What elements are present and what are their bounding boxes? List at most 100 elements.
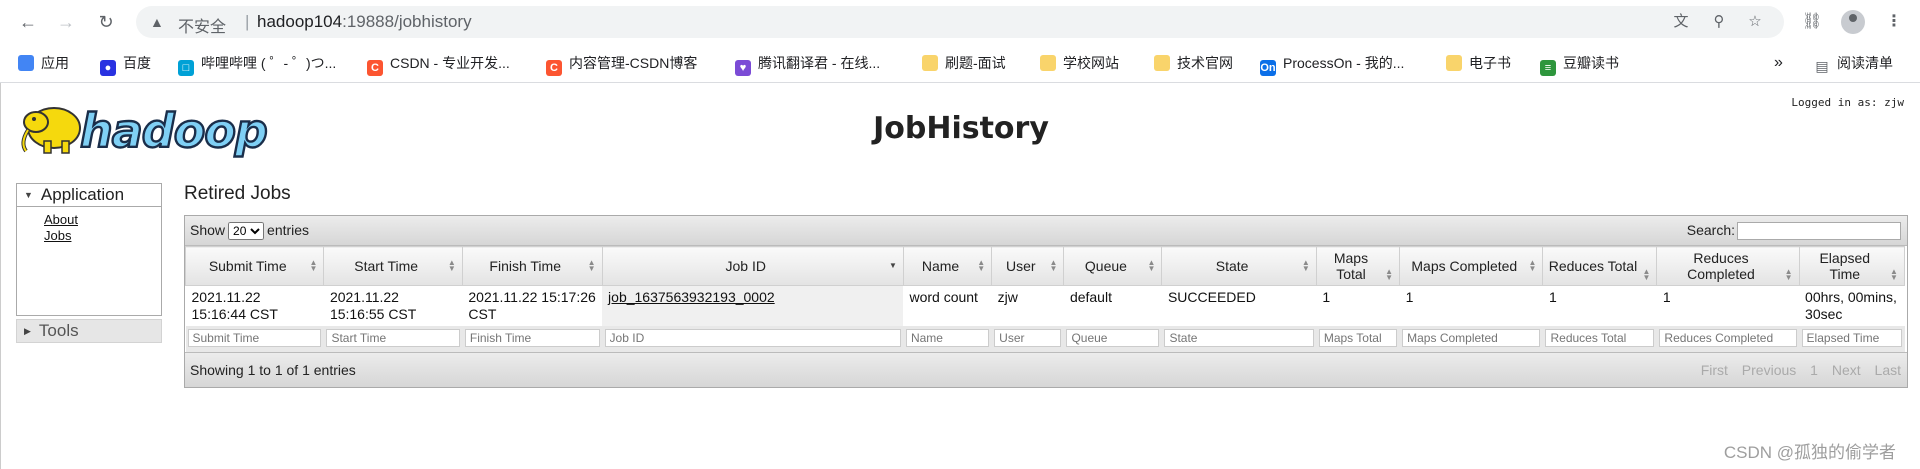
search-label: Search:	[1686, 222, 1735, 238]
bookmark-folder-school[interactable]: 学校网站	[1040, 54, 1119, 72]
sort-icon: ▲ ▼	[1642, 267, 1651, 282]
search-input[interactable]	[1737, 222, 1901, 241]
address-bar[interactable]: ▲ 不安全 | hadoop104:19888/jobhistory 文 ⚲ ☆	[136, 6, 1784, 38]
bookmark-csdn[interactable]: C CSDN - 专业开发...	[367, 54, 510, 76]
csdn-icon: C	[546, 60, 562, 76]
filter-name[interactable]	[905, 329, 990, 347]
pager-first[interactable]: First	[1701, 362, 1728, 378]
filter-cell	[1542, 326, 1658, 352]
pager-next[interactable]: Next	[1832, 362, 1861, 378]
pagination: First Previous 1 Next Last	[1691, 362, 1901, 378]
bookmark-label: CSDN - 专业开发...	[390, 55, 510, 71]
filter-maps-completed[interactable]	[1402, 329, 1541, 347]
nav-tools-header[interactable]: ▶ Tools	[16, 319, 162, 343]
bookmark-apps[interactable]: 应用	[18, 54, 69, 72]
bookmark-label: 应用	[41, 55, 69, 71]
back-icon[interactable]: ←	[18, 12, 38, 32]
pager-page-1[interactable]: 1	[1810, 362, 1818, 378]
reload-icon[interactable]: ↻	[96, 12, 116, 32]
column-label: Reduces Total	[1548, 258, 1638, 274]
forward-icon[interactable]: →	[56, 12, 76, 32]
profile-avatar[interactable]	[1841, 10, 1865, 34]
col-name[interactable]: Name ▲ ▼	[902, 246, 993, 286]
col-start-time[interactable]: Start Time ▲ ▼	[323, 246, 463, 286]
filter-reduces-completed[interactable]	[1659, 329, 1797, 347]
nav-application-header[interactable]: ▼ Application	[16, 183, 162, 207]
folder-icon	[1040, 55, 1056, 71]
col-reduces-total[interactable]: Reduces Total ▲ ▼	[1542, 246, 1658, 286]
filter-start-time[interactable]	[326, 329, 460, 347]
bookmark-processon[interactable]: On ProcessOn - 我的...	[1260, 54, 1404, 76]
page-size-select[interactable]: 20	[228, 222, 265, 240]
extensions-icon[interactable]: ⛓	[1802, 12, 1822, 32]
col-reduces-completed[interactable]: Reduces Completed ▲ ▼	[1656, 246, 1800, 286]
filter-elapsed-time[interactable]	[1801, 329, 1902, 347]
pager-previous[interactable]: Previous	[1742, 362, 1796, 378]
col-user[interactable]: User ▲ ▼	[991, 246, 1065, 286]
col-maps-completed[interactable]: Maps Completed ▲ ▼	[1399, 246, 1544, 286]
sidebar-nav: ▼ Application About Jobs ▶ Tools	[16, 183, 162, 343]
column-label: Job ID	[725, 258, 766, 274]
bookmark-folder-ebooks[interactable]: 电子书	[1446, 54, 1511, 72]
jobs-table: Submit Time ▲ ▼ Start Time ▲ ▼ Finish Time ▲ ▼…	[184, 246, 1906, 352]
douban-icon: ≡	[1540, 60, 1556, 76]
cell-name: word count	[909, 289, 978, 305]
insecure-label: 不安全	[178, 19, 227, 36]
bookmark-baidu[interactable]: ● 百度	[100, 54, 151, 76]
bookmark-star-icon[interactable]: ☆	[1746, 13, 1764, 31]
col-state[interactable]: State ▲ ▼	[1161, 246, 1317, 286]
col-maps-total[interactable]: Maps Total ▲ ▼	[1315, 246, 1401, 286]
cell-reduces-total: 1	[1548, 289, 1557, 305]
sort-icon: ▲ ▼	[1784, 267, 1793, 282]
filter-maps-total[interactable]	[1318, 329, 1398, 347]
bookmark-label: 电子书	[1469, 55, 1511, 71]
job-id-link[interactable]: job_1637563932193_0002	[608, 289, 775, 305]
filter-reduces-total[interactable]	[1545, 329, 1655, 347]
menu-icon[interactable]: ⋮	[1884, 12, 1904, 32]
filter-submit-time[interactable]	[187, 329, 322, 347]
cell-start-time: 2021.11.22 15:16:55 CST	[329, 289, 417, 322]
translate-icon[interactable]: 文	[1672, 13, 1690, 31]
col-submit-time[interactable]: Submit Time ▲ ▼	[184, 246, 325, 286]
table-footer: Showing 1 to 1 of 1 entries First Previo…	[185, 352, 1907, 387]
table-search: Search:	[1686, 222, 1901, 241]
watermark: CSDN @孤独的偷学者	[1723, 443, 1896, 462]
col-queue[interactable]: Queue ▲ ▼	[1063, 246, 1163, 286]
page-size-control: Show 20 entries	[190, 222, 309, 240]
filter-row	[185, 326, 1906, 352]
column-label: Start Time	[354, 258, 419, 274]
col-elapsed-time[interactable]: Elapsed Time ▲ ▼	[1798, 246, 1906, 286]
processon-icon: On	[1260, 60, 1276, 76]
filter-cell	[602, 326, 904, 352]
bookmark-douban[interactable]: ≡ 豆瓣读书	[1540, 54, 1619, 76]
retired-jobs-title: Retired Jobs	[184, 183, 291, 204]
cell-job-id: job_1637563932193_0002	[602, 285, 904, 326]
filter-cell	[1656, 326, 1800, 352]
url-text[interactable]: hadoop104:19888/jobhistory	[257, 12, 472, 32]
filter-state[interactable]	[1164, 329, 1314, 347]
bookmark-folder-tech[interactable]: 技术官网	[1154, 54, 1233, 72]
bookmark-csdn-blog[interactable]: C 内容管理-CSDN博客	[546, 54, 697, 76]
col-job-id[interactable]: Job ID ▼	[601, 246, 904, 286]
pager-last[interactable]: Last	[1875, 362, 1901, 378]
bookmark-folder-interview[interactable]: 刷题-面试	[922, 54, 1006, 72]
filter-queue[interactable]	[1066, 329, 1160, 347]
filter-user[interactable]	[994, 329, 1062, 347]
bookmark-label: 哔哩哔哩 ( ゜- ゜)つ...	[201, 55, 337, 71]
filter-job-id[interactable]	[604, 329, 901, 347]
reading-list[interactable]: ▤ 阅读清单	[1814, 54, 1893, 74]
filter-finish-time[interactable]	[464, 329, 600, 347]
sort-icon: ▲ ▼	[1385, 267, 1394, 282]
zoom-icon[interactable]: ⚲	[1710, 13, 1728, 31]
bookmark-translate[interactable]: ♥ 腾讯翻译君 - 在线...	[735, 54, 881, 76]
bookmarks-more[interactable]: »	[1774, 54, 1783, 72]
bookmark-label: 腾讯翻译君 - 在线...	[758, 55, 881, 71]
bookmark-bilibili[interactable]: □ 哔哩哔哩 ( ゜- ゜)つ...	[178, 54, 337, 76]
filter-cell	[1161, 326, 1317, 352]
col-finish-time[interactable]: Finish Time ▲ ▼	[461, 246, 603, 286]
nav-link-about[interactable]: About	[44, 212, 161, 228]
nav-link-jobs[interactable]: Jobs	[44, 228, 161, 244]
translate-bookmark-icon: ♥	[735, 60, 751, 76]
nav-application-label: Application	[40, 185, 125, 204]
folder-icon	[1154, 55, 1170, 71]
